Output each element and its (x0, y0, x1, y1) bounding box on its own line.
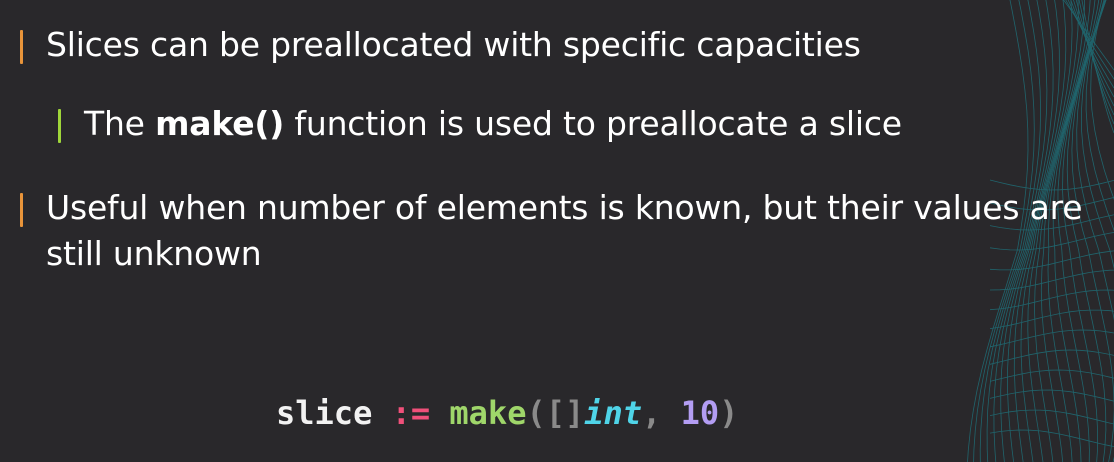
bullet-item-3: Useful when number of elements is known,… (20, 185, 1110, 277)
code-identifier: slice (276, 394, 373, 432)
slide: Slices can be preallocated with specific… (0, 0, 1114, 462)
text-segment: The (84, 104, 156, 143)
mesh-line (1073, 0, 1114, 107)
bullet-bar (20, 30, 23, 64)
mesh-line (1067, 0, 1114, 89)
bullet-text: Slices can be preallocated with specific… (46, 25, 861, 64)
code-operator: := (391, 394, 431, 432)
mesh-line (989, 329, 1114, 348)
bullet-text: The make() function is used to prealloca… (84, 101, 902, 147)
mesh-line (989, 309, 1114, 329)
mesh-line (1075, 0, 1114, 116)
code-number: 10 (680, 394, 720, 432)
mesh-line (989, 409, 1114, 425)
mesh-line (1065, 0, 1114, 80)
mesh-line (989, 349, 1114, 365)
mesh-line (1078, 0, 1114, 125)
bullet-item-1: Slices can be preallocated with specific… (20, 22, 861, 68)
mesh-line (989, 289, 1114, 311)
mesh-line (989, 369, 1114, 382)
code-snippet: slice := make([]int, 10) (276, 389, 738, 437)
code-punctuation: ([] (526, 394, 585, 432)
mesh-line (989, 429, 1114, 447)
bold-function-name: make() (155, 104, 285, 143)
mesh-line (989, 389, 1114, 402)
mesh-line (1081, 0, 1114, 134)
code-punctuation: ) (719, 394, 739, 432)
code-function: make (449, 394, 527, 432)
bullet-bar (58, 109, 61, 143)
text-segment: function is used to preallocate a slice (284, 104, 902, 143)
code-type: int (584, 394, 643, 432)
code-punctuation: , (642, 394, 662, 432)
mesh-line (1063, 0, 1114, 71)
bullet-text: Useful when number of elements is known,… (46, 188, 1083, 273)
mesh-line (1070, 0, 1114, 98)
bullet-item-2: The make() function is used to prealloca… (58, 101, 902, 147)
bullet-bar (20, 193, 23, 227)
